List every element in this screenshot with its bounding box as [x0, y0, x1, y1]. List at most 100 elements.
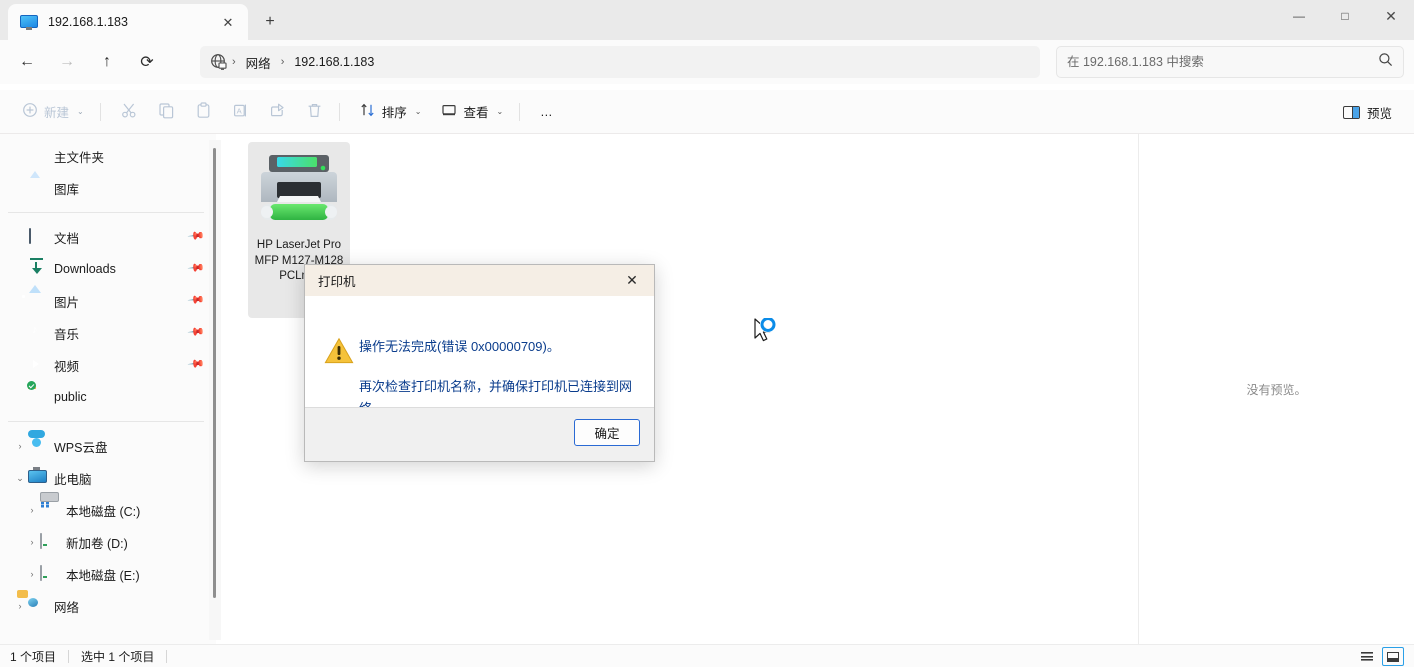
sidebar-item-music[interactable]: 音乐 📌	[6, 317, 208, 349]
sidebar-item-label: 视频	[54, 359, 80, 374]
sidebar-item-drive-e[interactable]: › 本地磁盘 (E:)	[6, 558, 208, 590]
view-button[interactable]: 查看 ⌄	[433, 96, 511, 128]
list-view-icon[interactable]	[1356, 647, 1378, 666]
chevron-right-icon[interactable]: ›	[24, 569, 40, 579]
large-icons-view-icon[interactable]	[1382, 647, 1404, 666]
network-icon	[28, 598, 45, 615]
sidebar-item-label: 文档	[54, 231, 80, 246]
printer-error-dialog: 打印机 ✕ 操作无法完成(错误 0x00000709)。 再次检查打印机名称，并…	[304, 264, 655, 462]
network-computer-icon	[20, 13, 38, 31]
sidebar-scrollbar-thumb[interactable]	[213, 148, 216, 598]
chevron-down-icon: ⌄	[77, 107, 84, 116]
breadcrumb-item-network[interactable]: 网络	[238, 51, 279, 74]
sort-button-label: 排序	[381, 106, 407, 120]
sidebar-item-gallery[interactable]: 图库	[6, 172, 208, 204]
home-icon	[28, 148, 45, 165]
status-bar: 1 个项目 选中 1 个项目	[0, 644, 1414, 667]
sidebar-item-home[interactable]: 主文件夹	[6, 140, 208, 172]
preview-pane-toggle[interactable]: 预览	[1335, 96, 1400, 128]
delete-button	[298, 96, 331, 128]
ok-button[interactable]: 确定	[574, 419, 640, 446]
sidebar-item-downloads[interactable]: Downloads 📌	[6, 253, 208, 285]
arrow-busy-cursor	[752, 316, 786, 352]
documents-icon	[28, 227, 45, 246]
search-icon[interactable]	[1378, 52, 1393, 72]
pin-icon[interactable]: 📌	[186, 291, 205, 309]
sidebar-scrollbar[interactable]	[209, 140, 221, 640]
chevron-right-icon[interactable]: ›	[12, 601, 28, 611]
sidebar-item-drive-d[interactable]: › 新加卷 (D:)	[6, 526, 208, 558]
sidebar-item-documents[interactable]: 文档 📌	[6, 221, 208, 253]
refresh-button[interactable]: ⟳	[130, 46, 164, 78]
sidebar-item-this-pc[interactable]: ⌄ 此电脑	[6, 462, 208, 494]
paste-button	[187, 96, 220, 128]
browser-tab[interactable]: 192.168.1.183 ✕	[8, 4, 248, 40]
dialog-message-line-1: 操作无法完成(错误 0x00000709)。	[359, 339, 560, 354]
preview-empty-text: 没有预览。	[1246, 382, 1307, 397]
new-button[interactable]: 新建 ⌄	[14, 96, 92, 128]
chevron-down-icon[interactable]: ⌄	[12, 473, 28, 483]
sidebar-item-label: 网络	[54, 600, 80, 615]
sort-arrows-icon	[360, 102, 376, 121]
close-tab-icon[interactable]: ✕	[216, 10, 240, 34]
status-item-count: 1 个项目	[10, 649, 57, 664]
sidebar-item-pictures[interactable]: 图片 📌	[6, 285, 208, 317]
sidebar-item-label: 本地磁盘 (E:)	[66, 568, 140, 583]
preview-pane: 没有预览。	[1138, 134, 1414, 644]
pin-icon[interactable]: 📌	[186, 259, 205, 277]
this-pc-icon	[28, 470, 45, 487]
more-options-button[interactable]: …	[532, 96, 561, 128]
folder-shared-icon	[27, 380, 45, 406]
chevron-right-icon[interactable]: ›	[12, 441, 28, 451]
window-controls: — □ ✕	[1276, 0, 1414, 40]
pin-icon[interactable]: 📌	[186, 227, 205, 245]
navigation-sidebar[interactable]: 主文件夹 图库 文档 📌 Downloads 📌 图片 📌 音乐 📌 视频 📌 …	[0, 134, 216, 644]
sort-button[interactable]: 排序 ⌄	[352, 96, 430, 128]
search-box[interactable]	[1056, 46, 1404, 78]
file-explorer-window: 192.168.1.183 ✕ + — □ ✕ ← → ↑ ⟳ › 网络 › 1…	[0, 0, 1414, 667]
clipboard-icon	[195, 101, 212, 122]
sidebar-item-label: 本地磁盘 (C:)	[66, 504, 141, 519]
share-icon	[269, 102, 286, 122]
preview-pane-label: 预览	[1366, 106, 1392, 121]
chevron-down-icon: ⌄	[496, 107, 504, 116]
rename-icon: A	[232, 102, 249, 122]
printer-icon	[253, 150, 345, 232]
chevron-right-icon[interactable]: ›	[24, 505, 40, 515]
copy-button	[150, 96, 183, 128]
close-window-button[interactable]: ✕	[1368, 0, 1414, 32]
command-toolbar: 新建 ⌄ A 排序 ⌄ 查看 ⌄ … 预览	[0, 90, 1414, 134]
plus-circle-icon	[22, 102, 38, 121]
pin-icon[interactable]: 📌	[186, 355, 205, 373]
sidebar-item-public[interactable]: public	[6, 380, 208, 413]
chevron-down-icon: ⌄	[414, 107, 422, 116]
sidebar-item-videos[interactable]: 视频 📌	[6, 349, 208, 381]
music-icon	[28, 325, 45, 342]
sidebar-item-label: 图片	[54, 295, 80, 310]
gallery-icon	[28, 180, 45, 197]
toolbar-divider	[99, 102, 101, 121]
pin-icon[interactable]: 📌	[186, 323, 205, 341]
sidebar-item-drive-c[interactable]: › 本地磁盘 (C:)	[6, 494, 208, 526]
dialog-title-bar: 打印机 ✕	[305, 265, 654, 296]
up-button[interactable]: ↑	[90, 46, 124, 78]
dialog-close-button[interactable]: ✕	[610, 265, 654, 296]
search-input[interactable]	[1067, 55, 1378, 69]
new-button-label: 新建	[44, 106, 70, 120]
breadcrumb-separator: ›	[232, 56, 236, 68]
copy-icon	[158, 102, 175, 122]
new-tab-button[interactable]: +	[256, 8, 284, 36]
breadcrumb-item-host[interactable]: 192.168.1.183	[286, 53, 382, 71]
sidebar-item-label: 主文件夹	[54, 150, 105, 165]
system-drive-icon	[40, 502, 57, 519]
sidebar-item-wps-cloud[interactable]: › WPS云盘	[6, 430, 208, 462]
chevron-right-icon[interactable]: ›	[24, 537, 40, 547]
back-button[interactable]: ←	[10, 46, 44, 78]
maximize-button[interactable]: □	[1322, 0, 1368, 32]
minimize-button[interactable]: —	[1276, 0, 1322, 32]
address-bar[interactable]: › 网络 › 192.168.1.183	[200, 46, 1040, 78]
sidebar-item-label: public	[54, 390, 87, 404]
svg-text:A: A	[236, 106, 242, 115]
preview-pane-icon	[1342, 105, 1360, 119]
sidebar-item-network[interactable]: › 网络	[6, 590, 208, 622]
